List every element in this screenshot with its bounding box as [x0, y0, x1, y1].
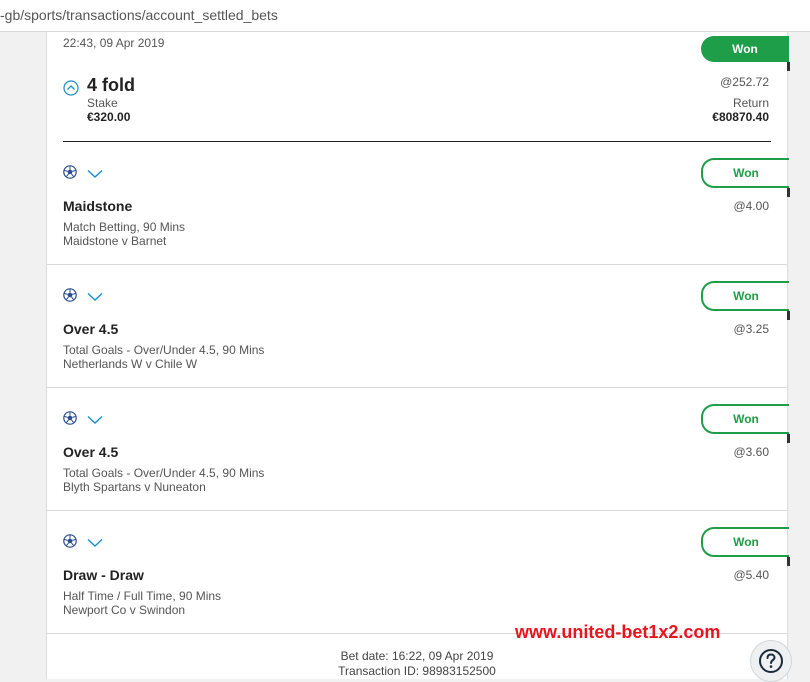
selection-odds: @5.40	[733, 568, 769, 582]
chevron-down-icon[interactable]	[87, 292, 103, 302]
settled-bet-card: 22:43, 09 Apr 2019 Won 4 fold @252.72 St…	[46, 32, 790, 679]
bet-date: Bet date: 16:22, 09 Apr 2019	[340, 649, 494, 663]
selection-event: Netherlands W v Chile W	[63, 357, 198, 371]
bet-status-badge: Won	[701, 36, 789, 62]
header-divider	[63, 141, 771, 142]
bet-datetime: 22:43, 09 Apr 2019	[63, 36, 165, 50]
selection-divider	[47, 264, 787, 265]
url-text[interactable]: -gb/sports/transactions/account_settled_…	[0, 7, 278, 23]
return-value: €80870.40	[712, 110, 769, 124]
selection-market: Half Time / Full Time, 90 Mins	[63, 589, 222, 603]
selection-odds: @3.25	[733, 322, 769, 336]
selection-market: Total Goals - Over/Under 4.5, 90 Mins	[63, 343, 265, 357]
selection-event: Newport Co v Swindon	[63, 603, 186, 617]
chevron-down-icon[interactable]	[87, 415, 103, 425]
selection-event: Blyth Spartans v Nuneaton	[63, 480, 206, 494]
selection-odds: @3.60	[733, 445, 769, 459]
selection-name: Draw - Draw	[63, 567, 144, 583]
help-icon	[759, 649, 783, 673]
selection-status-badge: Won	[701, 527, 789, 557]
football-icon	[63, 288, 77, 302]
selection-status-badge: Won	[701, 281, 789, 311]
address-bar[interactable]: -gb/sports/transactions/account_settled_…	[0, 0, 810, 32]
badge-edge-mark	[787, 434, 790, 443]
watermark-text: www.united-bet1x2.com	[515, 622, 721, 642]
football-icon	[63, 411, 77, 425]
selection-status-badge: Won	[701, 158, 789, 188]
selection-name: Over 4.5	[63, 444, 119, 460]
bet-title: 4 fold	[87, 75, 135, 95]
selection-market: Total Goals - Over/Under 4.5, 90 Mins	[63, 466, 265, 480]
stake-label: Stake	[87, 96, 118, 110]
badge-edge-mark	[787, 557, 790, 566]
selection-market: Match Betting, 90 Mins	[63, 220, 186, 234]
stake-value: €320.00	[87, 110, 131, 124]
selection-status-badge: Won	[701, 404, 789, 434]
return-label: Return	[732, 96, 769, 110]
selection-divider	[47, 387, 787, 388]
collapse-toggle-icon[interactable]	[63, 80, 79, 96]
selection-name: Over 4.5	[63, 321, 119, 337]
selection-event: Maidstone v Barnet	[63, 234, 167, 248]
football-icon	[63, 165, 77, 179]
bet-total-odds: @252.72	[720, 75, 769, 89]
football-icon	[63, 534, 77, 548]
badge-edge-mark	[787, 62, 790, 71]
badge-edge-mark	[787, 188, 790, 197]
chevron-down-icon[interactable]	[87, 538, 103, 548]
selection-name: Maidstone	[63, 198, 133, 214]
chevron-down-icon[interactable]	[87, 169, 103, 179]
transaction-id: Transaction ID: 98983152500	[338, 664, 496, 678]
selection-odds: @4.00	[733, 199, 769, 213]
selection-divider	[47, 510, 787, 511]
badge-edge-mark	[787, 311, 790, 320]
help-button[interactable]	[750, 640, 792, 682]
